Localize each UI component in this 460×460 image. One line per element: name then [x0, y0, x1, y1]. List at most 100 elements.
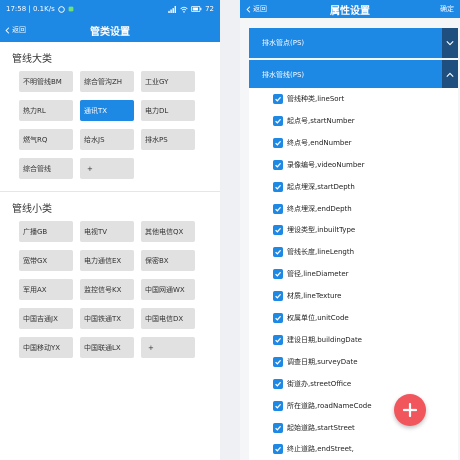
attribute-label: 终止道路,endStreet, [287, 445, 354, 454]
category-chip[interactable]: 中国联通LX [80, 337, 134, 358]
page-title: 属性设置 [330, 5, 370, 17]
chevron-left-icon [246, 5, 251, 13]
add-chip-button[interactable]: + [80, 158, 134, 179]
checkbox-checked-icon[interactable] [273, 225, 283, 236]
checkbox-checked-icon[interactable] [273, 159, 283, 170]
collapse-toggle[interactable] [442, 60, 458, 90]
checkbox-checked-icon[interactable] [273, 181, 283, 192]
checkbox-checked-icon[interactable] [273, 400, 283, 411]
big-category-title: 管线大类 [12, 54, 52, 65]
attribute-row[interactable]: 权属单位,unitCode [273, 310, 349, 326]
status-time-network: 17:58 | 0.1K/s [6, 5, 55, 13]
back-button[interactable]: 返回 [5, 18, 26, 42]
category-chip[interactable]: 中国电信DX [141, 308, 195, 329]
checkbox-checked-icon[interactable] [273, 291, 283, 302]
attribute-row[interactable]: 所在道路,roadNameCode [273, 398, 372, 414]
status-left: 17:58 | 0.1K/s [6, 5, 74, 13]
attribute-row[interactable]: 管线种类,lineSort [273, 91, 344, 107]
attribute-row[interactable]: 起始道路,startStreet [273, 420, 355, 436]
category-chip[interactable]: 宽带GX [19, 250, 73, 271]
confirm-button[interactable]: 确定 [440, 0, 454, 18]
app-badge-icon [68, 6, 74, 12]
category-chip[interactable]: 军用AX [19, 279, 73, 300]
attribute-row[interactable]: 录像编号,videoNumber [273, 157, 364, 173]
back-label: 返回 [12, 26, 26, 34]
attribute-row[interactable]: 终止道路,endStreet, [273, 441, 354, 457]
category-chip[interactable]: 中国吉通JX [19, 308, 73, 329]
status-right: 72 [168, 5, 214, 13]
app-bar: 返回 属性设置 确定 [240, 0, 460, 18]
app-root: 17:58 | 0.1K/s 72 返回 管类设置 管线大类 不明管线BM 综合管… [0, 0, 460, 460]
attribute-row[interactable]: 起点埋深,startDepth [273, 179, 355, 195]
group-header-drainage-lines[interactable]: 排水管线(PS) [249, 60, 458, 90]
checkbox-checked-icon[interactable] [273, 203, 283, 214]
attribute-label: 起点号,startNumber [287, 116, 355, 125]
attribute-row[interactable]: 管径,lineDiameter [273, 266, 349, 282]
category-chip[interactable]: 中国移动YX [19, 337, 73, 358]
category-chip[interactable]: 排水PS [141, 129, 195, 150]
category-chip[interactable]: 热力RL [19, 100, 73, 121]
battery-icon [191, 6, 202, 12]
chevron-left-icon [5, 26, 10, 34]
category-chip[interactable]: 保密BX [141, 250, 195, 271]
attribute-label: 终点号,endNumber [287, 138, 352, 147]
add-fab-button[interactable] [394, 394, 426, 426]
attribute-row[interactable]: 街道办,streetOffice [273, 376, 351, 392]
category-chip[interactable]: 中国网通WX [141, 279, 195, 300]
attribute-label: 起点埋深,startDepth [287, 182, 355, 191]
category-chip[interactable]: 其他电信QX [141, 221, 195, 242]
attribute-label: 调查日期,surveyDate [287, 357, 358, 366]
category-chip[interactable]: 中国铁通TX [80, 308, 134, 329]
checkbox-checked-icon[interactable] [273, 334, 283, 345]
category-chip[interactable]: 燃气RQ [19, 129, 73, 150]
group-label: 排水管点(PS) [262, 39, 305, 47]
checkbox-checked-icon[interactable] [273, 378, 283, 389]
category-chip[interactable]: 电力通信EX [80, 250, 134, 271]
attribute-row[interactable]: 起点号,startNumber [273, 113, 355, 129]
checkbox-checked-icon[interactable] [273, 269, 283, 280]
page-title: 管类设置 [90, 26, 130, 38]
category-chip[interactable]: 通讯TX [80, 100, 134, 121]
attribute-row[interactable]: 管线长度,lineLength [273, 244, 354, 260]
attribute-label: 终点埋深,endDepth [287, 204, 352, 213]
attribute-row[interactable]: 终点埋深,endDepth [273, 201, 352, 217]
attribute-label: 权属单位,unitCode [287, 314, 349, 322]
attribute-row[interactable]: 材质,lineTexture [273, 288, 341, 304]
back-label: 返回 [253, 5, 267, 13]
checkbox-checked-icon[interactable] [273, 313, 283, 323]
plus-icon [403, 403, 417, 417]
attribute-row[interactable]: 埋设类型,inbuiltType [273, 222, 355, 238]
attribute-label: 管线长度,lineLength [287, 248, 355, 257]
checkbox-checked-icon[interactable] [273, 94, 283, 104]
category-chip[interactable]: 监控信号KX [80, 279, 134, 300]
attribute-row[interactable]: 建设日期,buildingDate [273, 332, 362, 348]
checkbox-checked-icon[interactable] [273, 137, 283, 148]
category-chip[interactable]: 综合管沟ZH [80, 71, 134, 92]
chevron-up-icon [446, 72, 454, 77]
small-category-title: 管线小类 [12, 204, 52, 215]
category-chip[interactable]: 电力DL [141, 100, 195, 121]
attribute-label: 材质,lineTexture [287, 292, 342, 301]
battery-level: 72 [205, 5, 214, 13]
back-button[interactable]: 返回 [246, 0, 267, 18]
group-header-drainage-points[interactable]: 排水管点(PS) [249, 28, 458, 58]
attribute-row[interactable]: 终点号,endNumber [273, 135, 352, 151]
checkbox-checked-icon[interactable] [273, 115, 283, 126]
expand-toggle[interactable] [442, 28, 458, 58]
pipe-type-settings-screen: 17:58 | 0.1K/s 72 返回 管类设置 管线大类 不明管线BM 综合管… [0, 0, 220, 460]
add-chip-button[interactable]: + [141, 337, 195, 358]
category-chip[interactable]: 电视TV [80, 221, 134, 242]
app-bar: 返回 管类设置 [0, 18, 220, 42]
checkbox-checked-icon[interactable] [273, 356, 283, 367]
signal-icon [168, 5, 177, 13]
checkbox-checked-icon[interactable] [273, 247, 283, 258]
category-chip[interactable]: 工业GY [141, 71, 195, 92]
category-chip[interactable]: 广播GB [19, 221, 73, 242]
category-chip[interactable]: 给水JS [80, 129, 134, 150]
category-chip[interactable]: 综合管线 [19, 158, 73, 179]
attribute-row[interactable]: 调查日期,surveyDate [273, 354, 358, 370]
category-chip[interactable]: 不明管线BM [19, 71, 73, 92]
status-bar: 17:58 | 0.1K/s 72 [0, 0, 220, 18]
checkbox-checked-icon[interactable] [273, 444, 283, 455]
checkbox-checked-icon[interactable] [273, 422, 283, 433]
